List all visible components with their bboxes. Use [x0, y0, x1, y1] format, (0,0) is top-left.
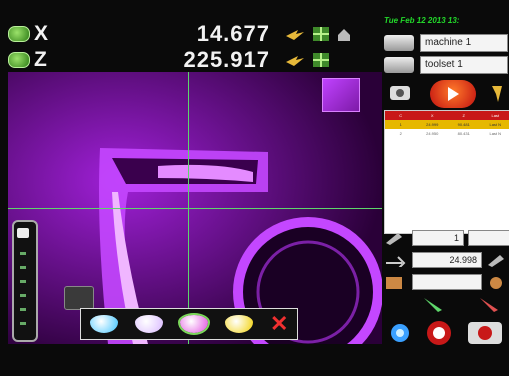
swatch-magenta[interactable]: [177, 313, 210, 335]
table-cell: 90.481: [457, 122, 470, 127]
z-axis-label: Z: [34, 48, 47, 71]
field-c-row: [384, 274, 509, 290]
pencil-icon: [386, 233, 402, 245]
zoom-slider[interactable]: [12, 220, 38, 342]
field-a[interactable]: 1: [412, 230, 464, 246]
col-header: X: [430, 113, 434, 118]
play-button[interactable]: [430, 80, 476, 108]
measure-icon: [386, 256, 406, 267]
field-b[interactable]: 24.998: [412, 252, 482, 268]
tool-table[interactable]: C X Z Last 1 24.999 90.481 Last N 2 24.9…: [384, 110, 509, 234]
slider-tick: [20, 252, 26, 255]
probe-icon[interactable]: [478, 294, 502, 314]
x-axis-button[interactable]: [8, 26, 30, 42]
grid-tool-icon[interactable]: [312, 52, 330, 68]
machine-icon: [384, 35, 414, 51]
z-axis-button[interactable]: [8, 52, 30, 68]
slider-tick: [20, 266, 26, 269]
slider-tick: [20, 280, 26, 283]
tool-holder-icon: [386, 277, 402, 289]
arrow-tool-icon[interactable]: [284, 26, 306, 42]
z-value: 225.917: [183, 47, 270, 72]
machine-select[interactable]: machine 1: [420, 34, 508, 52]
record-icon[interactable]: [424, 320, 454, 346]
green-tool-icon[interactable]: [422, 294, 446, 314]
x-axis-label: X: [34, 22, 49, 45]
target-icon[interactable]: [389, 322, 411, 344]
camera-icon[interactable]: [388, 80, 418, 104]
gear-icon[interactable]: [486, 275, 508, 289]
palette-icon[interactable]: [64, 286, 94, 310]
x-readout: X: [8, 22, 62, 46]
slider-tick: [20, 294, 26, 297]
table-cell: 24.950: [426, 131, 439, 136]
toolset-icon: [384, 57, 414, 73]
slider-tick: [20, 308, 26, 311]
crosshair-horizontal: [8, 208, 382, 209]
col-header: C: [399, 113, 403, 118]
close-icon[interactable]: ✕: [270, 313, 288, 335]
field-c[interactable]: [412, 274, 482, 290]
z-readout: Z: [8, 48, 62, 72]
field-b-row: 24.998: [384, 252, 509, 268]
z-tools: [284, 52, 330, 68]
toolset-select[interactable]: toolset 1: [420, 56, 508, 74]
bottom-toolbar: [382, 318, 509, 348]
field-a-row: 1: [384, 230, 509, 246]
screen: X 14.677 Z 225.917 ✕ Tue Feb 12 2013 13:…: [0, 0, 509, 376]
color-toolbar: ✕: [80, 308, 298, 340]
field-a-extra[interactable]: [468, 230, 509, 246]
image-thumbnail[interactable]: [322, 78, 360, 112]
play-icon: [447, 87, 459, 101]
grid-tool-icon[interactable]: [312, 26, 330, 42]
swatch-lavender[interactable]: [134, 315, 163, 333]
x-value: 14.677: [196, 21, 270, 46]
table-cell: 2: [399, 131, 402, 136]
arrow-tool-icon[interactable]: [284, 52, 306, 68]
swatch-yellow[interactable]: [224, 315, 253, 333]
toolset-row: toolset 1: [384, 56, 508, 74]
col-header: Last: [491, 113, 500, 118]
edit-icon[interactable]: [486, 253, 508, 267]
table-cell: Last N: [489, 122, 502, 127]
date-display: Tue Feb 12 2013 13:: [384, 16, 460, 25]
col-header: Z: [462, 113, 465, 118]
slider-knob[interactable]: [17, 228, 29, 238]
table-cell: 80.431: [457, 131, 470, 136]
home-icon[interactable]: [336, 26, 352, 42]
machine-row: machine 1: [384, 34, 508, 52]
slider-tick: [20, 322, 26, 325]
snapshot-icon[interactable]: [467, 321, 503, 345]
table-cell: 1: [399, 122, 402, 127]
table-cell: 24.999: [426, 122, 439, 127]
swatch-cyan[interactable]: [89, 315, 118, 333]
table-header: C X Z Last: [385, 111, 509, 120]
right-panel: Tue Feb 12 2013 13: machine 1 toolset 1 …: [382, 14, 509, 358]
table-row[interactable]: 1 24.999 90.481 Last N: [385, 120, 509, 129]
table-row[interactable]: 2 24.950 80.431 Last N: [385, 129, 509, 138]
pin-icon[interactable]: [488, 82, 508, 104]
x-tools: [284, 26, 352, 42]
table-cell: Last N: [489, 131, 502, 136]
